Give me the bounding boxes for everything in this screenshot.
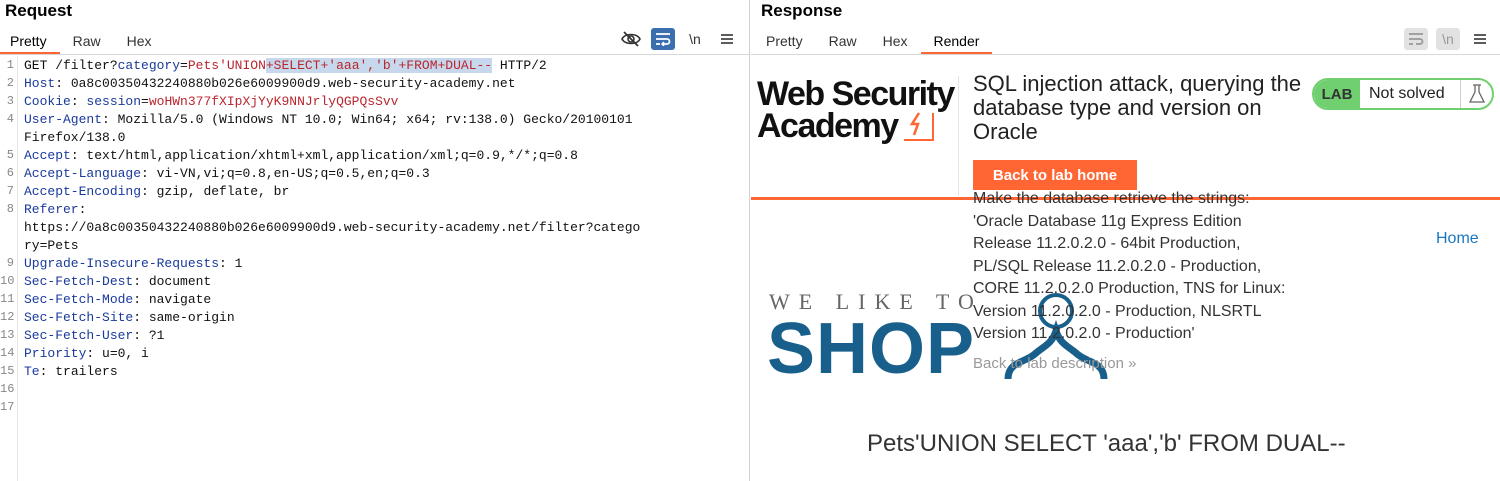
- line-number: 5: [6, 148, 14, 162]
- line-number: 11: [0, 292, 15, 306]
- flask-icon: [1460, 80, 1492, 108]
- tab-raw[interactable]: Raw: [60, 30, 114, 54]
- home-link[interactable]: Home: [1436, 230, 1479, 248]
- tab-hex[interactable]: Hex: [870, 30, 921, 54]
- request-line: GET /filter?category=Pets'UNION+SELECT+'…: [24, 58, 547, 73]
- request-line: Priority: u=0, i: [24, 346, 149, 361]
- shop-logo-text: SHOP: [767, 309, 976, 389]
- menu-icon[interactable]: [715, 28, 739, 50]
- request-pane: Request Pretty Raw Hex \n 1 2 3 4 5 6 7 …: [0, 0, 750, 481]
- result-heading: Pets'UNION SELECT 'aaa','b' FROM DUAL--: [867, 430, 1346, 457]
- request-title: Request: [5, 1, 73, 20]
- request-line: Firefox/138.0: [24, 130, 126, 145]
- hide-eye-icon[interactable]: [619, 28, 643, 50]
- request-line: Sec-Fetch-Mode: navigate: [24, 292, 212, 307]
- tab-hex[interactable]: Hex: [114, 30, 165, 54]
- newline-toggle-button[interactable]: \n: [683, 28, 707, 50]
- academy-logo[interactable]: Web Security Academy: [757, 77, 957, 143]
- wrap-lines-icon[interactable]: [1404, 28, 1428, 50]
- line-number: 9: [6, 256, 14, 270]
- tab-raw[interactable]: Raw: [816, 30, 870, 54]
- request-line: Accept-Language: vi-VN,vi;q=0.8,en-US;q=…: [24, 166, 430, 181]
- line-number: 2: [6, 76, 14, 90]
- line-number: 14: [0, 346, 15, 360]
- back-to-lab-home-button[interactable]: Back to lab home: [973, 160, 1137, 190]
- line-number: 3: [6, 94, 14, 108]
- line-number: 8: [6, 202, 14, 216]
- selected-payload: +SELECT+'aaa','b'+FROM+DUAL--: [265, 58, 493, 73]
- lab-status-badge: LAB Not solved: [1312, 78, 1494, 110]
- line-number: 12: [0, 310, 15, 324]
- rendered-page: Web Security Academy SQL injection attac…: [751, 56, 1500, 481]
- menu-icon[interactable]: [1468, 28, 1492, 50]
- request-line: Cookie: session=woHWn377fXIpXjYyK9NNJrly…: [24, 94, 399, 109]
- wrap-lines-icon[interactable]: [651, 28, 675, 50]
- line-number: 10: [0, 274, 15, 288]
- line-number: 6: [6, 166, 14, 180]
- request-tabs: Pretty Raw Hex: [0, 30, 165, 54]
- response-toolbar: \n: [1404, 28, 1492, 50]
- request-line: Referer:: [24, 202, 87, 217]
- line-number: 4: [6, 112, 14, 126]
- request-line: ry=Pets: [24, 238, 79, 253]
- newline-toggle-button[interactable]: \n: [1436, 28, 1460, 50]
- line-number: 13: [0, 328, 15, 342]
- request-line: Host: 0a8c00350432240880b026e6009900d9.w…: [24, 76, 516, 91]
- lab-description: Make the database retrieve the strings: …: [973, 190, 1286, 342]
- request-toolbar: \n: [619, 28, 739, 50]
- line-number: 7: [6, 184, 14, 198]
- request-line: https://0a8c00350432240880b026e6009900d9…: [24, 220, 641, 235]
- tab-pretty[interactable]: Pretty: [753, 30, 816, 54]
- request-line: User-Agent: Mozilla/5.0 (Windows NT 10.0…: [24, 112, 633, 127]
- request-line: Upgrade-Insecure-Requests: 1: [24, 256, 243, 271]
- request-line: Sec-Fetch-User: ?1: [24, 328, 165, 343]
- request-editor[interactable]: 1 2 3 4 5 6 7 8 9 10 11 12 13 14 15 16 1…: [0, 56, 749, 481]
- request-line: Sec-Fetch-Dest: document: [24, 274, 212, 289]
- line-gutter: 1 2 3 4 5 6 7 8 9 10 11 12 13 14 15 16 1…: [0, 56, 18, 481]
- line-number: 16: [0, 382, 15, 396]
- lab-status-text: Not solved: [1369, 85, 1445, 102]
- request-line: Te: trailers: [24, 364, 118, 379]
- request-line: Accept-Encoding: gzip, deflate, br: [24, 184, 290, 199]
- double-chevron-icon: »: [1128, 355, 1137, 372]
- request-line: Sec-Fetch-Site: same-origin: [24, 310, 235, 325]
- back-to-lab-description-link[interactable]: Back to lab description »: [973, 355, 1136, 372]
- response-pane: Response Pretty Raw Hex Render \n Web Se…: [751, 0, 1500, 481]
- line-number: 17: [0, 400, 15, 414]
- lab-title: SQL injection attack, querying the datab…: [973, 71, 1302, 144]
- lightning-icon: [903, 112, 934, 141]
- request-line: Accept: text/html,application/xhtml+xml,…: [24, 148, 578, 163]
- tab-pretty[interactable]: Pretty: [0, 30, 60, 54]
- line-number: 1: [6, 58, 14, 72]
- response-title: Response: [761, 1, 843, 20]
- response-tabs: Pretty Raw Hex Render: [753, 30, 993, 54]
- line-number: 15: [0, 364, 15, 378]
- tab-render[interactable]: Render: [920, 30, 993, 54]
